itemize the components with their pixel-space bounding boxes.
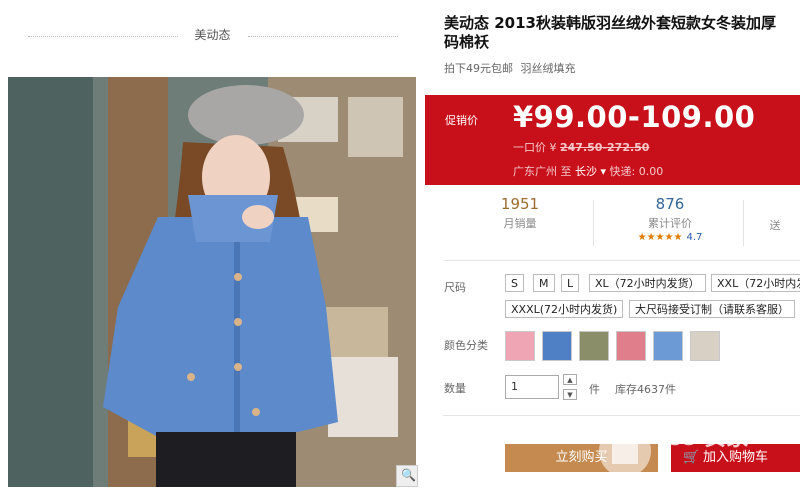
magnifier-icon: 🔍 <box>401 468 416 482</box>
store-header: 美动态 <box>0 26 425 43</box>
monthly-sales: 1951 月销量 <box>445 195 595 231</box>
stock-count: 库存4637件 <box>615 383 676 396</box>
monthly-sales-value: 1951 <box>500 195 540 213</box>
promo-price: ¥99.00-109.00 <box>513 100 756 134</box>
ship-from: 广东广州 <box>513 165 557 178</box>
stats-divider <box>743 200 744 246</box>
original-price-label: 一口价 ¥ <box>513 141 557 154</box>
product-gallery: 美动态 🔍 <box>0 0 425 492</box>
star-rating-icons: ★★★★★ <box>637 232 683 243</box>
rating: ★★★★★ 4.7 <box>595 232 745 243</box>
color-swatch-green[interactable] <box>579 331 609 361</box>
product-photo-illustration <box>8 77 416 487</box>
tag-free-shipping: 拍下49元包邮 <box>444 62 513 75</box>
size-option-custom[interactable]: 大尺码接受订制（请联系客服） <box>629 300 795 318</box>
product-photo[interactable] <box>8 77 416 487</box>
shipping-info: 广东广州 至 长沙 ▾ 快递: 0.00 <box>513 163 663 179</box>
ship-fee: 快递: 0.00 <box>609 165 664 178</box>
color-swatch-lightblue[interactable] <box>653 331 683 361</box>
color-swatch-rose[interactable] <box>616 331 646 361</box>
size-option-l[interactable]: L <box>561 274 580 292</box>
size-option-s[interactable]: S <box>505 274 524 292</box>
size-option-xxxl[interactable]: XXXL(72小时内发货) <box>505 300 624 318</box>
promo-price-label: 促销价 <box>445 114 478 127</box>
tag-filling: 羽丝绒填充 <box>520 62 576 75</box>
product-tags: 拍下49元包邮 羽丝绒填充 <box>444 60 580 76</box>
divider-right <box>248 36 398 38</box>
product-info: 美动态 2013秋装韩版羽丝绒外套短款女冬装加厚 码棉袄 拍下49元包邮 羽丝绒… <box>425 0 800 492</box>
product-title-line2: 码棉袄 <box>444 33 490 51</box>
ship-to-prefix: 至 <box>560 165 572 178</box>
product-title: 美动态 2013秋装韩版羽丝绒外套短款女冬装加厚 码棉袄 <box>444 14 800 52</box>
size-option-m[interactable]: M <box>533 274 555 292</box>
zoom-button[interactable]: 🔍 <box>396 465 418 487</box>
quantity-increase-button[interactable]: ▲ <box>563 374 577 385</box>
ship-to-select[interactable]: 长沙 ▾ <box>575 165 610 178</box>
color-swatch-blue[interactable] <box>542 331 572 361</box>
third-stat: 送 <box>745 195 800 233</box>
quantity-unit: 件 <box>589 383 600 396</box>
divider <box>443 260 800 261</box>
stats-divider <box>593 200 594 246</box>
total-reviews-label: 累计评价 <box>648 217 692 230</box>
total-reviews-value: 876 <box>655 195 685 213</box>
quantity-decrease-button[interactable]: ▼ <box>563 389 577 400</box>
color-swatch-pink[interactable] <box>505 331 535 361</box>
size-option-xxl[interactable]: XXL（72小时内发 <box>711 274 800 292</box>
watermark-text: C8 安家 <box>665 426 749 451</box>
total-reviews[interactable]: 876 累计评价 ★★★★★ 4.7 <box>595 195 745 243</box>
quantity-input[interactable]: 1 <box>505 375 559 399</box>
original-price: 一口价 ¥ 247.50-272.50 <box>513 139 649 155</box>
monthly-sales-label: 月销量 <box>503 217 537 230</box>
price-panel: 促销价 ¥99.00-109.00 一口价 ¥ 247.50-272.50 广东… <box>425 95 800 185</box>
divider-left <box>28 36 178 38</box>
size-label: 尺码 <box>444 281 466 294</box>
size-option-xl[interactable]: XL（72小时内发货） <box>589 274 706 292</box>
color-swatch-beige[interactable] <box>690 331 720 361</box>
product-title-line1: 美动态 2013秋装韩版羽丝绒外套短款女冬装加厚 <box>444 14 776 32</box>
ship-to-city: 长沙 <box>575 165 597 178</box>
chevron-down-icon: ▾ <box>600 165 607 178</box>
store-name: 美动态 <box>194 28 231 42</box>
third-stat-label: 送 <box>769 219 781 232</box>
color-label: 颜色分类 <box>444 339 488 352</box>
original-price-value: 247.50-272.50 <box>560 141 650 154</box>
quantity-label: 数量 <box>444 382 466 395</box>
rating-value: 4.7 <box>686 232 703 243</box>
